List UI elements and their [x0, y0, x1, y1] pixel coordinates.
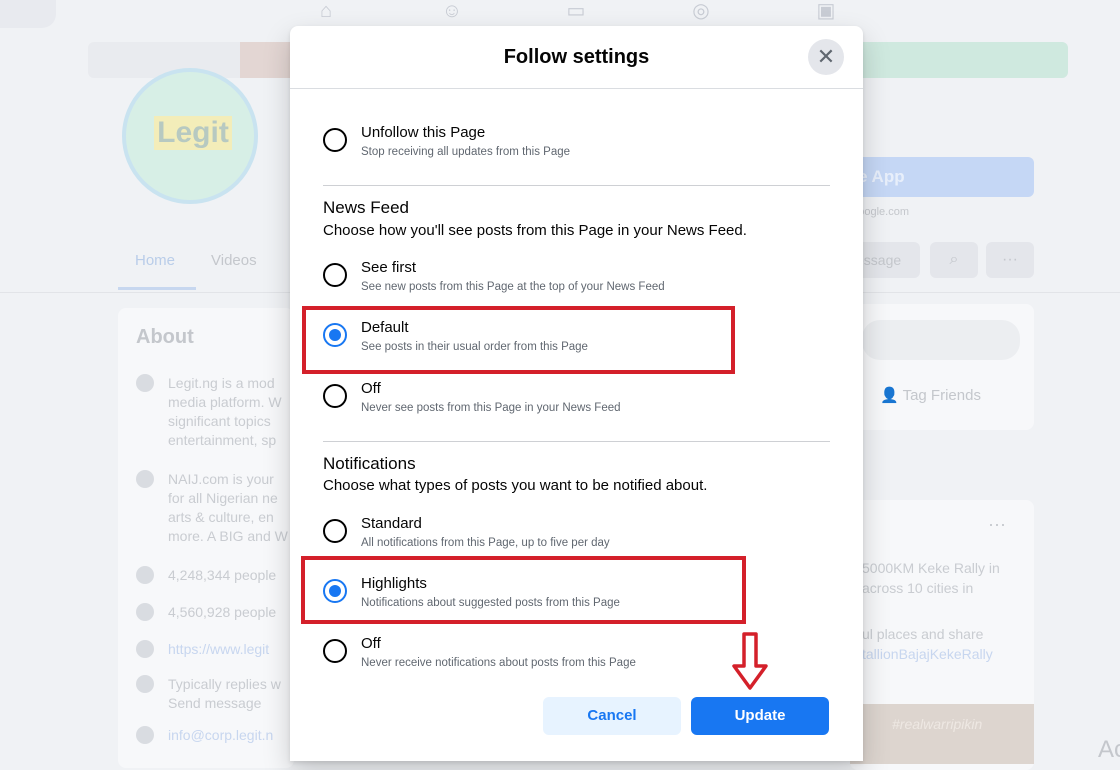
search-icon[interactable]: ⌕	[930, 242, 978, 278]
dialog-title: Follow settings	[503, 46, 650, 68]
news-feed-title: News Feed	[323, 198, 409, 217]
option-description: Never see posts from this Page in your N…	[361, 402, 621, 414]
notifications-off-option[interactable]: Off Never receive notifications about po…	[323, 635, 793, 679]
top-left-search-pill	[0, 0, 56, 28]
about-row[interactable]: https://www.legit	[136, 640, 296, 659]
default-radio-selected[interactable]	[323, 323, 347, 347]
unfollow-radio[interactable]	[323, 128, 347, 152]
news-feed-default-option[interactable]: Default See posts in their usual order f…	[323, 319, 793, 363]
notifications-title: Notifications	[323, 454, 416, 473]
about-row[interactable]: info@corp.legit.n	[136, 726, 296, 745]
tag-friends-button[interactable]: 👤 Tag Friends	[880, 386, 981, 404]
link-icon	[136, 640, 154, 658]
email-icon	[136, 726, 154, 744]
unfollow-option[interactable]: Unfollow this Page Stop receiving all up…	[323, 124, 793, 168]
news-feed-see-first-option[interactable]: See first See new posts from this Page a…	[323, 259, 793, 303]
news-feed-off-radio[interactable]	[323, 384, 347, 408]
standard-radio[interactable]	[323, 519, 347, 543]
option-description: Notifications about suggested posts from…	[361, 597, 620, 609]
update-button[interactable]: Update	[691, 697, 829, 735]
about-row: 4,560,928 people	[136, 603, 296, 622]
highlights-radio-selected[interactable]	[323, 579, 347, 603]
about-title: About	[136, 326, 194, 348]
tab-videos[interactable]: Videos	[211, 252, 257, 269]
cancel-button[interactable]: Cancel	[543, 697, 681, 735]
follow-icon	[136, 603, 154, 621]
post-text: ul places and share	[862, 626, 984, 642]
more-icon[interactable]: ···	[986, 242, 1034, 278]
dialog-header: Follow settings ✕	[290, 26, 863, 89]
notifications-standard-option[interactable]: Standard All notifications from this Pag…	[323, 515, 793, 559]
friends-icon: ☺	[441, 0, 463, 22]
option-label: Default	[361, 319, 409, 336]
option-label: Unfollow this Page	[361, 124, 486, 141]
use-app-button[interactable]: e App	[846, 157, 1034, 197]
gaming-icon: ▣	[816, 0, 836, 22]
option-description: See posts in their usual order from this…	[361, 341, 588, 353]
section-divider	[323, 185, 830, 186]
about-row: Legit.ng is a mod media platform. W sign…	[136, 374, 296, 450]
close-icon[interactable]: ✕	[808, 39, 844, 75]
notifications-highlights-option[interactable]: Highlights Notifications about suggested…	[323, 575, 793, 619]
tag-person-icon: 👤	[880, 387, 903, 404]
notifications-subtitle: Choose what types of posts you want to b…	[323, 477, 708, 494]
news-feed-subtitle: Choose how you'll see posts from this Pa…	[323, 222, 747, 239]
create-post-input[interactable]	[862, 320, 1020, 360]
option-label: Standard	[361, 515, 422, 532]
more-icon[interactable]: ···	[988, 514, 1006, 535]
home-icon: ⌂	[319, 0, 333, 22]
post-text: 5000KM Keke Rally in across 10 cities in	[862, 560, 1000, 596]
option-description: Never receive notifications about posts …	[361, 657, 636, 669]
groups-icon: ◎	[692, 0, 710, 22]
notifications-off-radio[interactable]	[323, 639, 347, 663]
like-icon	[136, 566, 154, 584]
page-avatar: Legit	[122, 68, 258, 204]
page-logo-text: Legit	[154, 116, 232, 150]
about-row: 4,248,344 people	[136, 566, 296, 585]
follow-settings-dialog: Follow settings ✕ Unfollow this Page Sto…	[290, 26, 863, 761]
option-description: See new posts from this Page at the top …	[361, 281, 665, 293]
info-icon	[136, 470, 154, 488]
tab-home[interactable]: Home	[135, 252, 175, 269]
news-feed-off-option[interactable]: Off Never see posts from this Page in yo…	[323, 380, 793, 424]
about-row: Typically replies w Send message	[136, 675, 296, 713]
message-icon	[136, 675, 154, 693]
about-row: NAIJ.com is your for all Nigerian ne art…	[136, 470, 296, 546]
option-label: Highlights	[361, 575, 427, 592]
edge-text: Ac	[1098, 736, 1120, 763]
option-description: All notifications from this Page, up to …	[361, 537, 610, 549]
watch-icon: ▭	[566, 0, 586, 22]
post-hashtag[interactable]: tallionBajajKekeRally	[862, 644, 1022, 664]
option-label: Off	[361, 380, 381, 397]
option-label: Off	[361, 635, 381, 652]
active-tab-underline	[118, 287, 196, 290]
section-divider	[323, 441, 830, 442]
option-label: See first	[361, 259, 417, 276]
post-image: #realwarripikin	[850, 704, 1034, 764]
info-icon	[136, 374, 154, 392]
option-description: Stop receiving all updates from this Pag…	[361, 146, 571, 158]
see-first-radio[interactable]	[323, 263, 347, 287]
down-arrow-icon	[732, 632, 768, 690]
